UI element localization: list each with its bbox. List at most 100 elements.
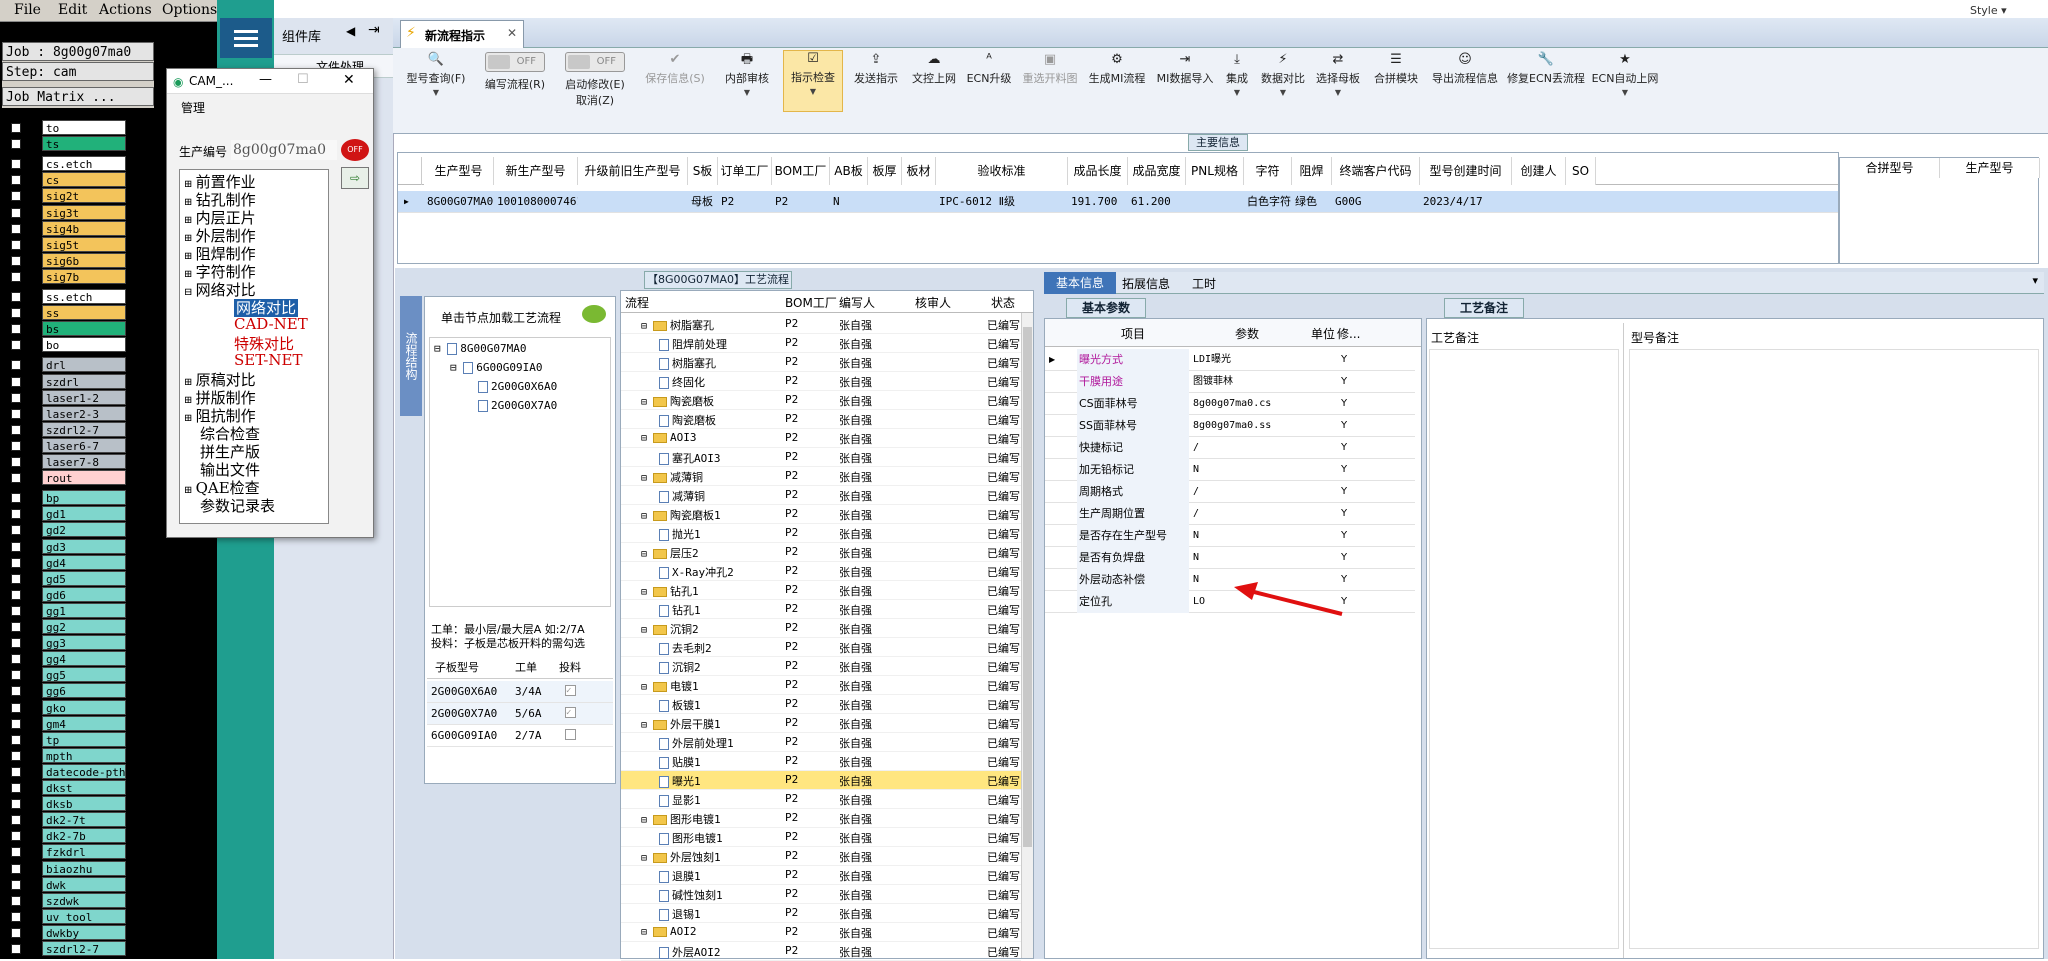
layer-row[interactable]: gd2 xyxy=(2,522,154,538)
process-row[interactable]: 外层AOI2 P2 张自强 已编写 xyxy=(621,942,1021,961)
cam-tree-item[interactable]: 参数记录表 xyxy=(184,495,275,516)
collapse-icon[interactable]: ⊟ xyxy=(641,473,653,484)
layer-row[interactable]: fzkdrl xyxy=(2,844,154,860)
layer-row[interactable]: biaozhu xyxy=(2,860,154,876)
style-dropdown[interactable]: Style ▾ xyxy=(1970,4,2007,17)
param-row[interactable]: 生产周期位置 / Y xyxy=(1045,503,1415,525)
stop-icon[interactable]: OFF xyxy=(341,139,369,161)
process-row[interactable]: 减薄铜 P2 张自强 已编写 xyxy=(621,486,1021,505)
param-row[interactable]: 加无铅标记 N Y xyxy=(1045,459,1415,481)
column-header[interactable]: 型号创建时间 xyxy=(1420,157,1512,185)
layer-checkbox[interactable] xyxy=(11,686,21,697)
column-header[interactable]: S板 xyxy=(688,157,718,185)
feed-checkbox[interactable]: ✓ xyxy=(565,685,576,696)
layer-row[interactable]: rout xyxy=(2,470,154,486)
layer-checkbox[interactable] xyxy=(11,376,21,387)
collapse-icon[interactable]: ⊟ xyxy=(641,587,653,598)
layer-checkbox[interactable] xyxy=(11,863,21,874)
process-row[interactable]: 抛光1 P2 张自强 已编写 xyxy=(621,524,1021,543)
layer-row[interactable]: sig6b xyxy=(2,252,154,268)
param-row[interactable]: SS面菲林号 8g00g07ma0.ss Y xyxy=(1045,415,1415,437)
layer-row[interactable]: szdwk xyxy=(2,892,154,908)
column-header[interactable]: BOM工厂 xyxy=(772,157,830,185)
process-scrollbar[interactable] xyxy=(1021,313,1033,958)
tree-node[interactable]: ⊟ 8G00G07MA0 xyxy=(434,342,526,361)
column-header[interactable]: SO xyxy=(1566,157,1596,185)
ribbon-button[interactable]: ▣ 重选开料图 xyxy=(1019,52,1081,86)
layer-row[interactable]: gg3 xyxy=(2,635,154,651)
process-row[interactable]: 去毛刺2 P2 张自强 已编写 xyxy=(621,638,1021,657)
param-row[interactable]: 快捷标记 / Y xyxy=(1045,437,1415,459)
layer-row[interactable]: dkst xyxy=(2,780,154,795)
layer-checkbox[interactable] xyxy=(11,392,21,403)
dropdown-arrow-icon[interactable]: ▼ xyxy=(1311,88,1365,97)
layer-checkbox[interactable] xyxy=(11,271,21,282)
layer-row[interactable]: laser6-7 xyxy=(2,437,154,453)
layer-row[interactable]: bp xyxy=(2,490,154,506)
layer-checkbox[interactable] xyxy=(11,783,21,793)
ribbon-button[interactable]: OFF 启动修改(E) 取消(Z) xyxy=(559,52,631,108)
layer-checkbox[interactable] xyxy=(11,895,21,906)
process-row[interactable]: 曝光1 P2 张自强 已编写 xyxy=(621,771,1021,790)
layer-checkbox[interactable] xyxy=(11,847,21,858)
process-row[interactable]: 碱性蚀刻1 P2 张自强 已编写 xyxy=(621,885,1021,904)
layer-checkbox[interactable] xyxy=(11,525,21,536)
layer-checkbox[interactable] xyxy=(11,573,21,584)
process-row[interactable]: 外层前处理1 P2 张自强 已编写 xyxy=(621,733,1021,752)
collapse-icon[interactable]: ⊟ xyxy=(641,397,653,408)
tab-new-process[interactable]: ⚡ 新流程指示 ✕ xyxy=(400,20,524,48)
process-row[interactable]: ⊟ 外层干膜1 P2 张自强 已编写 xyxy=(621,714,1021,733)
layer-row[interactable]: laser2-3 xyxy=(2,405,154,421)
ribbon-button[interactable]: ✔ 保存信息(S) xyxy=(639,52,711,86)
layer-checkbox[interactable] xyxy=(11,879,21,890)
layer-row[interactable]: dwk xyxy=(2,876,154,892)
layer-checkbox[interactable] xyxy=(11,799,21,810)
column-header[interactable]: 验收标准 xyxy=(936,157,1068,185)
layer-row[interactable]: cs.etch xyxy=(2,156,154,172)
param-value[interactable]: LDI曝光 xyxy=(1193,349,1303,371)
layer-checkbox[interactable] xyxy=(11,308,21,319)
tree-node[interactable]: 2G00G0X7A0 xyxy=(478,399,557,418)
layer-checkbox[interactable] xyxy=(11,734,21,745)
column-header[interactable]: PNL规格 xyxy=(1186,157,1244,185)
layer-row[interactable]: sig3t xyxy=(2,204,154,220)
layer-checkbox[interactable] xyxy=(11,815,21,826)
param-value[interactable]: 8g00g07ma0.cs xyxy=(1193,393,1303,415)
layer-row[interactable]: sig7b xyxy=(2,268,154,284)
param-row[interactable]: 干膜用途 图镀菲林 Y xyxy=(1045,371,1415,393)
tab-close-icon[interactable]: ✕ xyxy=(507,26,517,40)
param-value[interactable]: / xyxy=(1193,503,1303,525)
minimize-icon[interactable]: — xyxy=(259,72,272,87)
main-info-row[interactable]: ▶ 8G00G07MA010010800074617 母板 P2 P2 N IPC-6012… xyxy=(398,191,1838,213)
layer-row[interactable]: ss.etch xyxy=(2,289,154,304)
param-value[interactable]: N xyxy=(1193,547,1303,569)
ribbon-button[interactable]: ⚙ 生成MI流程 xyxy=(1085,52,1149,86)
param-value[interactable]: 图镀菲林 xyxy=(1193,371,1303,393)
layer-checkbox[interactable] xyxy=(11,239,21,250)
layer-row[interactable]: datecode-pth xyxy=(2,763,154,779)
collapse-icon[interactable]: ⊟ xyxy=(641,815,653,826)
tree-node[interactable]: ⊟ 6G00G09IA0 xyxy=(450,361,542,380)
layer-checkbox[interactable] xyxy=(11,654,21,665)
layer-row[interactable]: cs xyxy=(2,172,154,188)
layer-checkbox[interactable] xyxy=(11,324,21,335)
column-header[interactable]: 生产型号 xyxy=(424,157,494,185)
process-row[interactable]: 退膜1 P2 张自强 已编写 xyxy=(621,866,1021,885)
chat-bubble-icon[interactable] xyxy=(582,305,606,323)
menu-file[interactable]: File xyxy=(14,2,41,18)
layer-checkbox[interactable] xyxy=(11,292,21,302)
process-row[interactable]: 钻孔1 P2 张自强 已编写 xyxy=(621,600,1021,619)
process-row[interactable]: ⊟ 陶瓷磨板 P2 张自强 已编写 xyxy=(621,391,1021,410)
layer-row[interactable]: sig5t xyxy=(2,236,154,252)
layer-checkbox[interactable] xyxy=(11,123,21,133)
column-header[interactable]: 终端客户代码 xyxy=(1332,157,1420,185)
layer-checkbox[interactable] xyxy=(11,408,21,419)
layer-checkbox[interactable] xyxy=(11,911,21,922)
column-header[interactable]: 创建人 xyxy=(1512,157,1566,185)
layer-row[interactable]: szdrl2-7 xyxy=(2,421,154,437)
ribbon-button[interactable]: ⚡ 数据对比 ▼ xyxy=(1257,52,1309,97)
dropdown-arrow-icon[interactable]: ▼ xyxy=(719,88,775,97)
collapse-icon[interactable]: ⊟ xyxy=(641,720,653,731)
sub-board-row[interactable]: 6G00G09IA0 2/7A xyxy=(427,725,613,747)
param-row[interactable]: 是否存在生产型号 N Y xyxy=(1045,525,1415,547)
